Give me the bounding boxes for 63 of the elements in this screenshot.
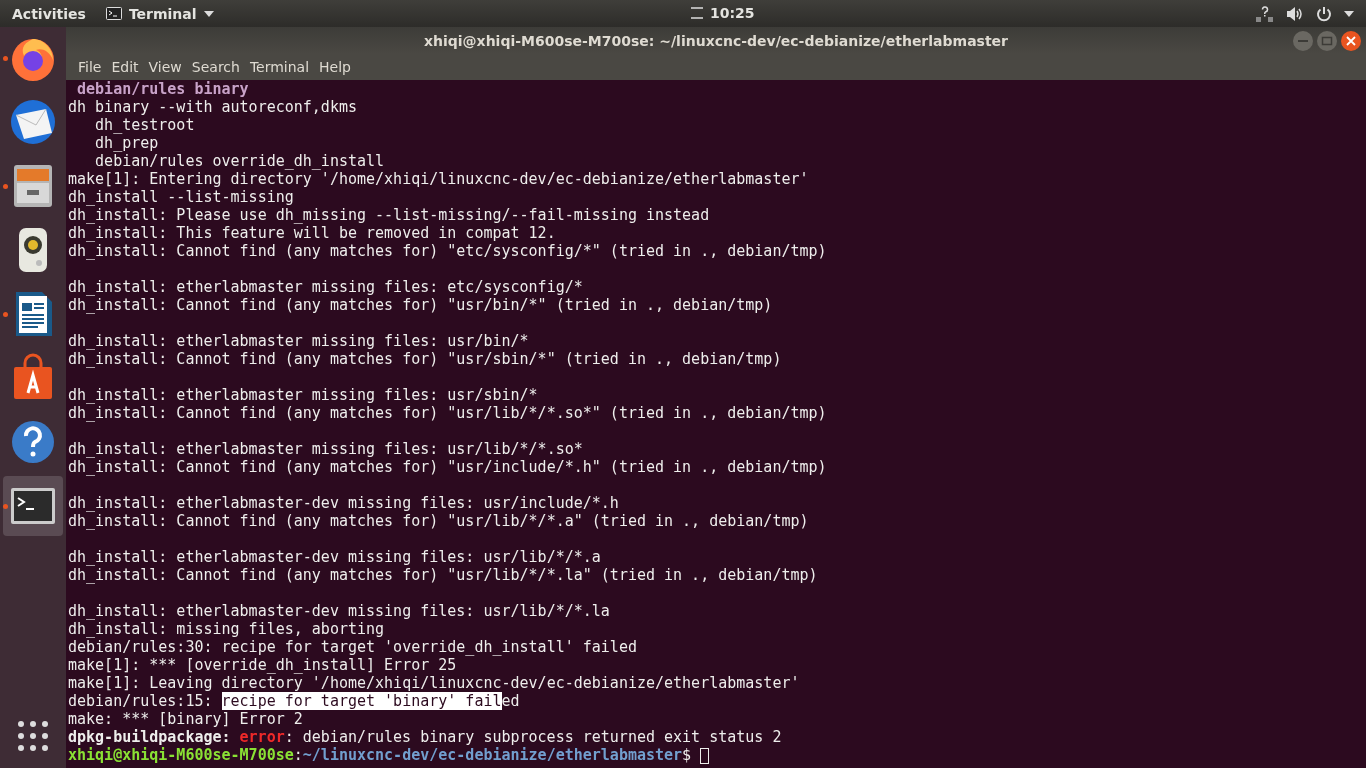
terminal-text: debian/rules:15: <box>68 692 214 710</box>
error-text: error <box>239 728 285 746</box>
running-indicator <box>3 184 8 189</box>
terminal-text: dpkg-buildpackage: <box>68 728 231 746</box>
dock-item[interactable] <box>3 476 63 536</box>
volume-icon[interactable] <box>1286 5 1304 22</box>
network-unknown-icon[interactable] <box>1256 5 1274 22</box>
terminal-text: make: *** [binary] Error 2 <box>68 710 303 728</box>
terminal-text: : debian/rules binary subprocess returned exit status 2 <box>284 728 782 746</box>
terminal-text: dh_install: Cannot find (any matches for) "usr/sbin/*" (tried in ., debian/tmp) <box>68 350 782 368</box>
terminal-text: dh_install: This feature will be removed in compat 12. <box>68 224 556 242</box>
terminal-text: dh_install: etherlabmaster missing files: etc/sysconfig/* <box>68 278 583 296</box>
power-icon[interactable] <box>1316 5 1332 22</box>
caret-icon <box>203 10 214 17</box>
terminal-text: dh_testroot <box>94 116 195 134</box>
terminal-text: make[1]: Leaving directory '/home/xhiqi/linuxcnc-dev/ec-debianize/etherlabmaster' <box>68 674 800 692</box>
terminal-icon <box>105 7 122 20</box>
terminal-text: dh_install: Cannot find (any matches for) "etc/sysconfig/*" (tried in ., debian/tmp) <box>68 242 827 260</box>
terminal-text: debian/rules:30: recipe for target 'override_dh_install' failed <box>68 638 637 656</box>
app-menu[interactable]: Terminal <box>105 5 214 22</box>
caret-icon[interactable] <box>1344 10 1354 17</box>
terminal-text: dh_install: Cannot find (any matches for) "usr/include/*.h" (tried in ., debian/tmp) <box>68 458 827 476</box>
selected-text: recipe for target 'binary' fail <box>221 692 502 710</box>
terminal-text: dh_install: etherlabmaster-dev missing files: usr/include/*.h <box>68 494 619 512</box>
terminal-text: debian/rules override_dh_install <box>94 152 385 170</box>
notification-icon <box>690 7 704 19</box>
terminal-text: dh_install: etherlabmaster-dev missing files: usr/lib/*/*.a <box>68 548 601 566</box>
prompt-user: xhiqi@xhiqi-M600se-M700se <box>68 746 294 764</box>
terminal-text: dh_install: Cannot find (any matches for) "usr/lib/*/*.so*" (tried in ., debian/tmp) <box>68 404 827 422</box>
terminal-text: : <box>293 746 303 764</box>
terminal-text: dh_install: Cannot find (any matches for) "usr/bin/*" (tried in ., debian/tmp) <box>68 296 773 314</box>
terminal-text: make[1]: *** [override_dh_install] Error 25 <box>68 656 457 674</box>
terminal-text: dh_install: Cannot find (any matches for) "usr/lib/*/*.la" (tried in ., debian/tmp) <box>68 566 818 584</box>
running-indicator <box>3 504 8 509</box>
terminal-text: ed <box>501 692 520 710</box>
running-indicator <box>3 312 8 317</box>
terminal-text: dh_install: etherlabmaster-dev missing files: usr/lib/*/*.la <box>68 602 610 620</box>
running-indicator <box>3 56 8 61</box>
menu-item[interactable]: Search <box>186 59 245 75</box>
prompt-path: ~/linuxcnc-dev/ec-debianize/etherlabmaster <box>302 746 683 764</box>
menu-item[interactable]: File <box>73 59 107 75</box>
terminal-text: dh_install: etherlabmaster missing files: usr/bin/* <box>68 332 529 350</box>
activities-button[interactable]: Activities <box>12 5 86 22</box>
terminal-text: dh_install: Please use dh_missing --list-missing/--fail-missing instead <box>68 206 710 224</box>
terminal-text: dh binary --with autoreconf,dkms <box>68 98 357 116</box>
terminal-text: debian/rules binary <box>76 80 249 98</box>
terminal-text: $ <box>682 746 692 764</box>
terminal-text: dh_install --list-missing <box>68 188 294 206</box>
menu-item[interactable]: Terminal <box>244 59 315 75</box>
menu-item[interactable]: View <box>143 59 187 75</box>
app-grid-icon[interactable] <box>17 720 49 752</box>
menu-item[interactable]: Edit <box>106 59 144 75</box>
terminal-text: dh_install: Cannot find (any matches for) "usr/lib/*/*.a" (tried in ., debian/tmp) <box>68 512 809 530</box>
window-title: xhiqi@xhiqi-M600se-M700se: ~/linuxcnc-dev/ec-debianize/etherlabmaster <box>424 32 1008 49</box>
close-button[interactable] <box>1340 30 1362 52</box>
terminal-text: dh_install: etherlabmaster missing files: usr/lib/*/*.so* <box>68 440 583 458</box>
terminal-text: dh_install: missing files, aborting <box>68 620 385 638</box>
terminal-text: dh_install: etherlabmaster missing files: usr/sbin/* <box>68 386 538 404</box>
menu-item[interactable]: Help <box>314 59 356 75</box>
bird-envelope-icon <box>8 97 58 147</box>
clock[interactable]: 10:25 <box>710 5 755 21</box>
terminal-text: dh_prep <box>94 134 159 152</box>
terminal-text: make[1]: Entering directory '/home/xhiqi/linuxcnc-dev/ec-debianize/etherlabmaster' <box>68 170 809 188</box>
